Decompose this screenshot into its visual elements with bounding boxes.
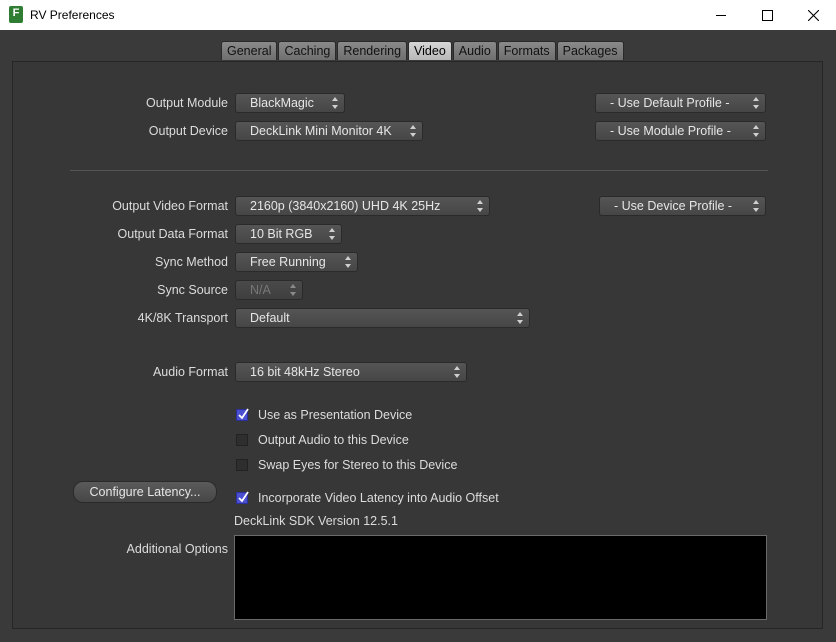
sdk-version-text: DeckLink SDK Version 12.5.1 <box>234 514 398 528</box>
close-button[interactable] <box>790 0 836 30</box>
sync-source-label: Sync Source <box>157 283 228 297</box>
output-module-select[interactable]: BlackMagic <box>235 93 345 113</box>
presentation-device-label: Use as Presentation Device <box>258 408 413 422</box>
minimize-button[interactable] <box>698 0 744 30</box>
tab-packages[interactable]: Packages <box>556 41 624 60</box>
maximize-button[interactable] <box>744 0 790 30</box>
tab-video[interactable]: Video <box>408 41 452 60</box>
swap-eyes-checkbox[interactable] <box>236 459 248 471</box>
sync-method-value: Free Running <box>250 255 326 269</box>
dropdown-arrows-icon <box>517 312 523 324</box>
window-title: RV Preferences <box>30 8 115 22</box>
module-profile-value: - Use Module Profile - <box>610 124 731 138</box>
device-profile-select[interactable]: - Use Device Profile - <box>599 196 766 216</box>
output-module-value: BlackMagic <box>250 96 314 110</box>
output-audio-option[interactable]: Output Audio to this Device <box>236 433 409 447</box>
maximize-icon <box>761 9 773 21</box>
close-icon <box>807 9 819 21</box>
preferences-tabs: General Caching Rendering Video Audio Fo… <box>221 41 625 61</box>
tab-formats[interactable]: Formats <box>497 41 556 60</box>
title-bar: F RV Preferences <box>0 0 836 30</box>
sync-method-select[interactable]: Free Running <box>235 252 358 272</box>
dropdown-arrows-icon <box>753 125 759 137</box>
configure-latency-button[interactable]: Configure Latency... <box>73 481 217 503</box>
transport-label: 4K/8K Transport <box>137 311 228 325</box>
default-profile-select[interactable]: - Use Default Profile - <box>595 93 766 113</box>
latency-offset-checkbox[interactable] <box>236 491 249 504</box>
output-device-value: DeckLink Mini Monitor 4K <box>250 124 392 138</box>
app-icon: F <box>9 6 23 23</box>
default-profile-value: - Use Default Profile - <box>610 96 730 110</box>
dropdown-arrows-icon <box>345 256 351 268</box>
dropdown-arrows-icon <box>329 228 335 240</box>
tab-audio[interactable]: Audio <box>452 41 497 60</box>
tab-caching[interactable]: Caching <box>278 41 337 60</box>
sync-method-label: Sync Method <box>155 255 228 269</box>
presentation-device-option[interactable]: Use as Presentation Device <box>236 408 412 422</box>
minimize-icon <box>716 14 726 16</box>
section-divider <box>70 170 768 171</box>
latency-offset-label: Incorporate Video Latency into Audio Off… <box>258 491 499 505</box>
output-audio-checkbox[interactable] <box>236 434 248 446</box>
additional-options-label: Additional Options <box>126 542 228 556</box>
output-video-format-label: Output Video Format <box>112 199 228 213</box>
dropdown-arrows-icon <box>477 200 483 212</box>
latency-offset-option[interactable]: Incorporate Video Latency into Audio Off… <box>236 491 499 505</box>
presentation-device-checkbox[interactable] <box>236 408 249 421</box>
audio-format-value: 16 bit 48kHz Stereo <box>250 365 360 379</box>
output-module-label: Output Module <box>146 96 228 110</box>
output-data-format-select[interactable]: 10 Bit RGB <box>235 224 342 244</box>
transport-select[interactable]: Default <box>235 308 530 328</box>
dropdown-arrows-icon <box>290 284 296 296</box>
output-video-format-select[interactable]: 2160p (3840x2160) UHD 4K 25Hz <box>235 196 490 216</box>
tab-rendering[interactable]: Rendering <box>337 41 408 60</box>
output-audio-label: Output Audio to this Device <box>258 433 409 447</box>
module-profile-select[interactable]: - Use Module Profile - <box>595 121 766 141</box>
dropdown-arrows-icon <box>332 97 338 109</box>
swap-eyes-label: Swap Eyes for Stereo to this Device <box>258 458 458 472</box>
device-profile-value: - Use Device Profile - <box>614 199 733 213</box>
output-video-format-value: 2160p (3840x2160) UHD 4K 25Hz <box>250 199 441 213</box>
checkmark-icon <box>238 408 249 420</box>
sync-source-value: N/A <box>250 283 271 297</box>
output-data-format-label: Output Data Format <box>117 227 228 241</box>
dropdown-arrows-icon <box>410 125 416 137</box>
checkmark-icon <box>238 491 249 503</box>
sync-source-select: N/A <box>235 280 303 300</box>
transport-value: Default <box>250 311 290 325</box>
dropdown-arrows-icon <box>753 97 759 109</box>
additional-options-textarea[interactable] <box>234 535 767 620</box>
audio-format-label: Audio Format <box>152 365 228 379</box>
audio-format-select[interactable]: 16 bit 48kHz Stereo <box>235 362 467 382</box>
dropdown-arrows-icon <box>454 366 460 378</box>
swap-eyes-option[interactable]: Swap Eyes for Stereo to this Device <box>236 458 457 472</box>
output-device-select[interactable]: DeckLink Mini Monitor 4K <box>235 121 423 141</box>
tab-general[interactable]: General <box>221 41 278 60</box>
output-data-format-value: 10 Bit RGB <box>250 227 313 241</box>
output-device-label: Output Device <box>148 124 228 138</box>
dropdown-arrows-icon <box>753 200 759 212</box>
